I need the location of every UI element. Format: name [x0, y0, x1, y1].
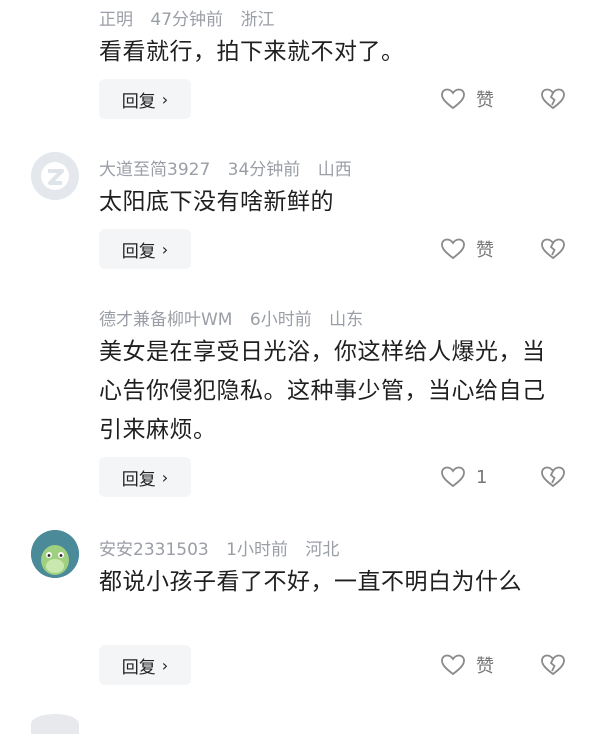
chevron-right-icon: ›	[161, 467, 169, 487]
comment-meta: 正明 47分钟前 浙江	[99, 5, 286, 30]
broken-heart-icon	[541, 88, 565, 110]
chevron-right-icon: ›	[161, 89, 169, 109]
comment-text: 太阳底下没有啥新鲜的	[99, 189, 334, 215]
timestamp: 1小时前	[226, 540, 288, 560]
timestamp: 6小时前	[249, 310, 312, 330]
like-button[interactable]: 赞	[440, 229, 494, 269]
timestamp: 47分钟前	[150, 10, 224, 30]
timestamp: 34分钟前	[227, 160, 301, 180]
region: 山西	[317, 160, 352, 180]
like-button[interactable]: 1	[440, 457, 487, 497]
comment-text: 都说小孩子看了不好，一直不明白为什么	[99, 569, 522, 595]
dislike-button[interactable]	[540, 645, 566, 685]
username[interactable]: 大道至简3927	[99, 160, 210, 180]
heart-icon	[441, 238, 465, 260]
comment-text: 美女是在享受日光浴，你这样给人爆光，当心告你侵犯隐私。这种事少管，当心给自己引来…	[99, 339, 546, 443]
like-label: 赞	[476, 240, 494, 261]
next-avatar	[31, 714, 79, 734]
region: 浙江	[240, 10, 275, 30]
like-button[interactable]: 赞	[440, 79, 494, 119]
heart-icon	[441, 466, 465, 488]
comment-text: 看看就行，拍下来就不对了。	[99, 39, 405, 65]
reply-label: 回复	[121, 657, 156, 678]
chevron-right-icon: ›	[161, 655, 169, 675]
broken-heart-icon	[541, 466, 565, 488]
like-button[interactable]: 赞	[440, 645, 494, 685]
dislike-button[interactable]	[540, 79, 566, 119]
heart-icon	[441, 654, 465, 676]
broken-heart-icon	[541, 238, 565, 260]
like-label: 赞	[476, 656, 494, 677]
region: 山东	[329, 310, 364, 330]
reply-label: 回复	[121, 91, 156, 112]
reply-button[interactable]: 回复 ›	[99, 79, 191, 119]
region: 河北	[305, 540, 340, 560]
comment-meta: 安安2331503 1小时前 河北	[99, 535, 351, 560]
dislike-button[interactable]	[540, 229, 566, 269]
cartoon-avatar-icon	[31, 530, 79, 578]
username[interactable]: 正明	[99, 10, 133, 30]
heart-icon	[441, 88, 465, 110]
comment-meta: 大道至简3927 34分钟前 山西	[99, 155, 364, 180]
chevron-right-icon: ›	[161, 239, 169, 259]
comment-meta: 德才兼备柳叶WM 6小时前 山东	[99, 305, 375, 330]
like-count: 1	[476, 466, 488, 488]
like-label: 赞	[476, 90, 494, 111]
reply-button[interactable]: 回复 ›	[99, 645, 191, 685]
avatar[interactable]	[31, 530, 79, 578]
reply-label: 回复	[121, 241, 156, 262]
broken-heart-icon	[541, 654, 565, 676]
avatar[interactable]	[31, 152, 79, 200]
reply-label: 回复	[121, 469, 156, 490]
reply-button[interactable]: 回复 ›	[99, 229, 191, 269]
reply-button[interactable]: 回复 ›	[99, 457, 191, 497]
username[interactable]: 安安2331503	[99, 540, 209, 560]
username[interactable]: 德才兼备柳叶WM	[99, 310, 232, 330]
dislike-button[interactable]	[540, 457, 566, 497]
default-avatar-icon	[31, 152, 79, 200]
comment-feed: 正明 47分钟前 浙江 看看就行，拍下来就不对了。 回复 › 赞 大道至简392…	[0, 0, 600, 734]
